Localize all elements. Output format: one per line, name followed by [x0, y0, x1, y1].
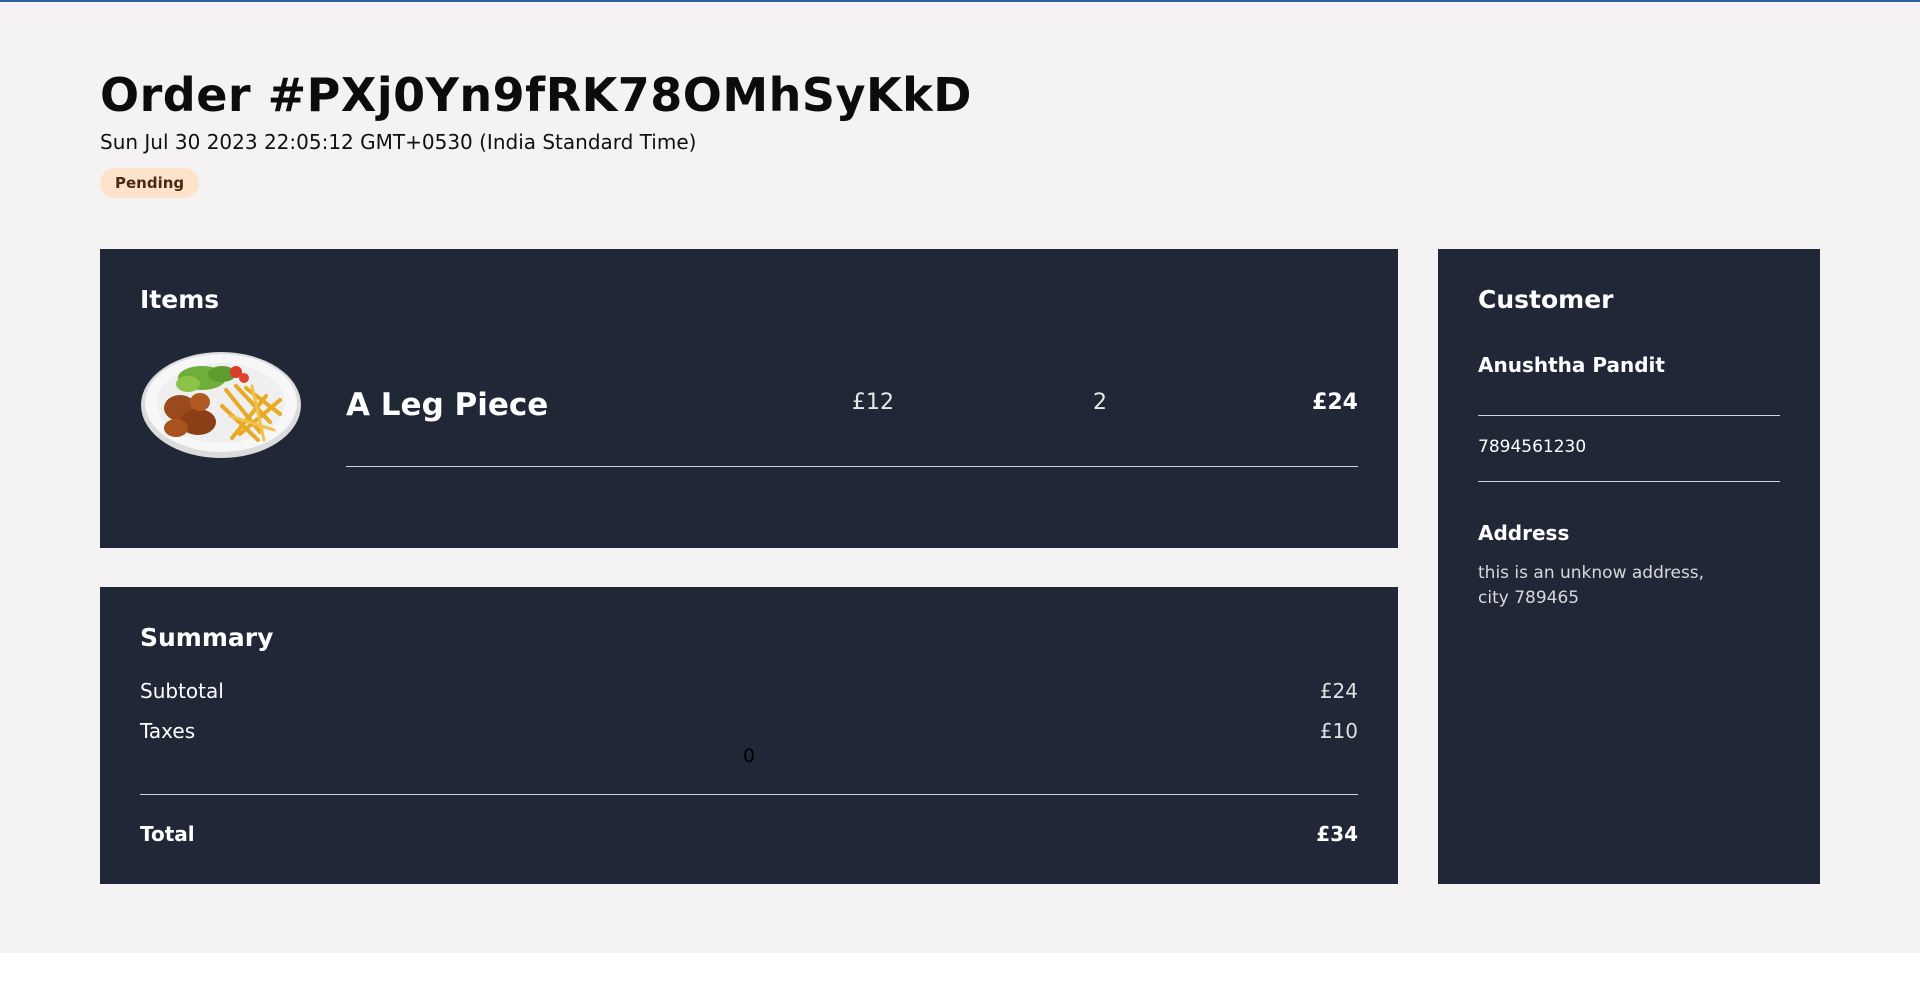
item-name: A Leg Piece	[346, 387, 549, 423]
subtotal-label: Subtotal	[140, 679, 224, 703]
customer-divider	[1478, 481, 1780, 482]
address-line-1: this is an unknow address,	[1478, 563, 1705, 583]
customer-card: Customer Anushtha Pandit 7894561230 Addr…	[1438, 249, 1820, 884]
summary-card: Summary Subtotal £24 Taxes £10 0 Total £…	[100, 587, 1398, 884]
status-badge: Pending	[100, 168, 200, 198]
summary-heading: Summary	[140, 623, 274, 652]
item-divider	[346, 466, 1358, 467]
subtotal-value: £24	[1319, 679, 1358, 703]
taxes-label: Taxes	[140, 719, 196, 743]
item-total: £24	[1312, 390, 1358, 415]
address-heading: Address	[1478, 521, 1570, 545]
chicken-fries-plate-image	[141, 352, 301, 458]
customer-phone: 7894561230	[1478, 437, 1587, 457]
customer-heading: Customer	[1478, 285, 1614, 314]
item-quantity: 2	[1093, 390, 1107, 415]
order-page: Order #PXj0Yn9fRK78OMhSyKkD Sun Jul 30 2…	[0, 2, 1920, 953]
summary-divider	[140, 794, 1358, 795]
items-card: Items A Leg Piece £12 2 £24	[100, 249, 1398, 548]
customer-divider	[1478, 415, 1780, 416]
total-label: Total	[140, 822, 195, 846]
order-title: Order #PXj0Yn9fRK78OMhSyKkD	[100, 68, 972, 122]
stray-value: 0	[743, 745, 756, 767]
items-heading: Items	[140, 285, 220, 314]
customer-name: Anushtha Pandit	[1478, 353, 1665, 377]
item-price: £12	[852, 390, 894, 415]
taxes-value: £10	[1319, 719, 1358, 743]
total-value: £34	[1316, 822, 1358, 846]
address-line-2: city 789465	[1478, 588, 1580, 608]
order-date: Sun Jul 30 2023 22:05:12 GMT+0530 (India…	[100, 130, 697, 154]
